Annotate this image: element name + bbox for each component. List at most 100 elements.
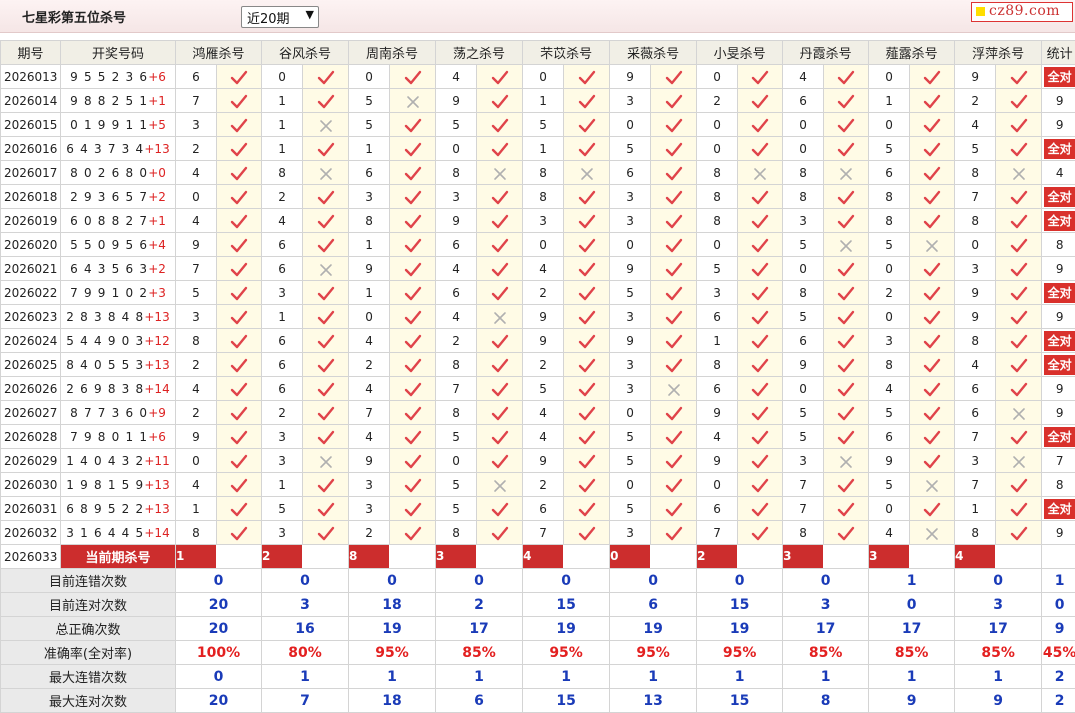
period-select[interactable]: 近20期 ▼ xyxy=(241,6,319,28)
result-cell xyxy=(390,401,436,425)
check-icon xyxy=(404,331,422,350)
issue-cell: 2026026 xyxy=(1,377,61,401)
check-icon xyxy=(751,67,769,86)
col-header-issue[interactable]: 期号 xyxy=(1,41,61,65)
summary-value: 85% xyxy=(436,641,523,665)
kill-number-cell: 2 xyxy=(176,137,217,161)
current-kill-number: 1 xyxy=(176,545,216,568)
result-cell xyxy=(564,209,610,233)
check-icon xyxy=(317,379,335,398)
check-icon xyxy=(317,331,335,350)
check-icon xyxy=(404,67,422,86)
check-icon xyxy=(923,115,941,134)
check-icon xyxy=(837,211,855,230)
result-cell xyxy=(738,161,783,185)
col-header-expert[interactable]: 周南杀号 xyxy=(349,41,436,65)
draw-cell: 3 1 6 4 4 5+14 xyxy=(61,521,176,545)
result-cell xyxy=(910,257,955,281)
check-icon xyxy=(317,475,335,494)
issue-cell: 2026025 xyxy=(1,353,61,377)
result-cell xyxy=(564,521,610,545)
col-header-expert[interactable]: 丹霞杀号 xyxy=(783,41,869,65)
kill-number-cell: 9 xyxy=(349,257,390,281)
summary-label: 目前连错次数 xyxy=(1,569,176,593)
result-cell xyxy=(824,305,869,329)
result-cell xyxy=(651,65,697,89)
kill-number-cell: 5 xyxy=(262,497,303,521)
col-header-stat[interactable]: 统计 xyxy=(1042,41,1075,65)
stat-cell: 全对 xyxy=(1042,329,1075,353)
check-icon xyxy=(404,139,422,158)
col-header-expert[interactable]: 小旻杀号 xyxy=(697,41,783,65)
kill-number-cell: 3 xyxy=(349,473,390,497)
check-icon xyxy=(491,355,509,374)
kill-number-cell: 3 xyxy=(610,185,651,209)
kill-number-cell: 4 xyxy=(955,113,996,137)
summary-value: 3 xyxy=(262,593,349,617)
check-icon xyxy=(491,427,509,446)
draw-cell: 2 6 9 8 3 8+14 xyxy=(61,377,176,401)
cross-icon xyxy=(925,235,939,254)
kill-number-cell: 2 xyxy=(697,89,738,113)
result-cell xyxy=(564,257,610,281)
kill-number-cell: 8 xyxy=(523,185,564,209)
check-icon xyxy=(1010,67,1028,86)
col-header-expert[interactable]: 荡之杀号 xyxy=(436,41,523,65)
result-cell xyxy=(303,113,349,137)
result-cell xyxy=(651,89,697,113)
check-icon xyxy=(923,211,941,230)
result-cell xyxy=(996,209,1042,233)
result-cell xyxy=(824,521,869,545)
draw-cell: 6 0 8 8 2 7+1 xyxy=(61,209,176,233)
col-header-expert[interactable]: 浮萍杀号 xyxy=(955,41,1042,65)
stat-cell: 4 xyxy=(1042,161,1075,185)
result-cell xyxy=(910,353,955,377)
cross-icon xyxy=(493,475,507,494)
current-kill-cell: 3 xyxy=(436,545,523,569)
check-icon xyxy=(491,331,509,350)
col-header-expert[interactable]: 鸿雁杀号 xyxy=(176,41,262,65)
check-icon xyxy=(1010,379,1028,398)
kill-number-cell: 1 xyxy=(262,113,303,137)
check-icon xyxy=(404,115,422,134)
draw-sum: +9 xyxy=(148,406,166,420)
result-cell xyxy=(217,425,262,449)
check-icon xyxy=(578,283,596,302)
site-logo[interactable]: cz89.com xyxy=(971,2,1073,22)
col-header-expert[interactable]: 芣苡杀号 xyxy=(523,41,610,65)
draw-cell: 6 4 3 5 6 3+2 xyxy=(61,257,176,281)
check-icon xyxy=(491,259,509,278)
current-kill-label: 当前期杀号 xyxy=(61,545,176,569)
kill-number-cell: 3 xyxy=(610,353,651,377)
result-cell xyxy=(996,257,1042,281)
check-icon xyxy=(1010,115,1028,134)
cross-icon xyxy=(493,163,507,182)
col-header-expert[interactable]: 谷风杀号 xyxy=(262,41,349,65)
col-header-expert[interactable]: 薤露杀号 xyxy=(869,41,955,65)
result-cell xyxy=(564,281,610,305)
stat-cell: 7 xyxy=(1042,449,1075,473)
check-icon xyxy=(751,259,769,278)
check-icon xyxy=(491,523,509,542)
result-cell xyxy=(217,305,262,329)
result-cell xyxy=(651,281,697,305)
stat-cell: 9 xyxy=(1042,401,1075,425)
table-row: 20260182 9 3 6 5 7+20233838887全对 xyxy=(1,185,1075,209)
draw-sum: +13 xyxy=(144,142,169,156)
result-cell xyxy=(738,329,783,353)
summary-value: 1 xyxy=(869,569,955,593)
result-cell xyxy=(303,401,349,425)
cross-icon xyxy=(580,163,594,182)
draw-cell: 1 4 0 4 3 2+11 xyxy=(61,449,176,473)
result-cell xyxy=(303,257,349,281)
col-header-draw[interactable]: 开奖号码 xyxy=(61,41,176,65)
kill-number-cell: 1 xyxy=(349,281,390,305)
result-cell xyxy=(390,521,436,545)
col-header-expert[interactable]: 采薇杀号 xyxy=(610,41,697,65)
check-icon xyxy=(837,91,855,110)
check-icon xyxy=(230,379,248,398)
kill-number-cell: 2 xyxy=(523,473,564,497)
result-cell xyxy=(738,113,783,137)
result-cell xyxy=(824,281,869,305)
kill-number-cell: 9 xyxy=(783,353,824,377)
